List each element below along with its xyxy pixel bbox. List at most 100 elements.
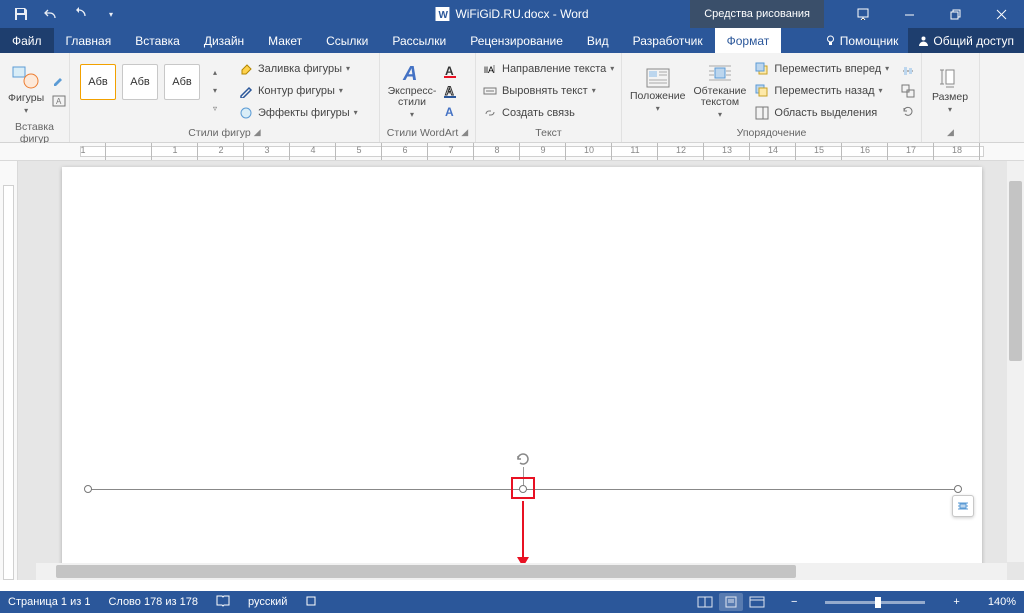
size-dialog-launcher[interactable]: ◢ bbox=[947, 127, 954, 138]
send-backward-button[interactable]: Переместить назад ▾ bbox=[754, 81, 889, 101]
zoom-slider[interactable] bbox=[825, 601, 925, 604]
shape-style-preset-2[interactable]: Абв bbox=[122, 64, 158, 100]
text-direction-button[interactable]: llAНаправление текста ▾ bbox=[482, 59, 614, 79]
edit-shape-button[interactable] bbox=[50, 72, 68, 90]
group-shape-styles: Абв Абв Абв ▴ ▾ ▿ Заливка фигуры ▾ Конту… bbox=[70, 53, 380, 142]
group-wordart-styles: A Экспресс- стили▾ A A A Стили WordArt◢ bbox=[380, 53, 476, 142]
draw-textbox-button[interactable]: A bbox=[50, 92, 68, 110]
tab-design[interactable]: Дизайн bbox=[192, 28, 256, 53]
person-icon bbox=[918, 35, 929, 46]
group-size: Размер▾ ◢ bbox=[922, 53, 980, 142]
document-area: шего WiFiГида. Но чтобы помогли, заметит… bbox=[0, 161, 1024, 580]
text-fill-button[interactable]: A bbox=[442, 62, 460, 80]
minimize-icon[interactable] bbox=[886, 0, 932, 28]
qat-customize-icon[interactable]: ▾ bbox=[98, 2, 124, 26]
tab-view[interactable]: Вид bbox=[575, 28, 621, 53]
resize-handle-right[interactable] bbox=[954, 485, 962, 493]
view-web-layout[interactable] bbox=[745, 593, 769, 611]
view-print-layout[interactable] bbox=[719, 593, 743, 611]
tab-layout[interactable]: Макет bbox=[256, 28, 314, 53]
position-button[interactable]: Положение▾ bbox=[628, 65, 688, 115]
svg-text:A: A bbox=[445, 64, 454, 78]
undo-icon[interactable] bbox=[38, 2, 64, 26]
tab-references[interactable]: Ссылки bbox=[314, 28, 380, 53]
selection-pane-icon bbox=[754, 105, 770, 121]
bring-forward-icon bbox=[754, 61, 770, 77]
shape-effects-button[interactable]: Эффекты фигуры ▾ bbox=[238, 103, 358, 123]
tab-insert[interactable]: Вставка bbox=[123, 28, 192, 53]
wrap-text-button[interactable]: Обтекание текстом▾ bbox=[692, 60, 749, 122]
tab-mailings[interactable]: Рассылки bbox=[380, 28, 458, 53]
wordart-quick-styles-button[interactable]: A Экспресс- стили▾ bbox=[386, 60, 438, 122]
align-objects-button[interactable] bbox=[899, 62, 917, 80]
ruler-horizontal[interactable]: 1123456789101112131415161718 bbox=[0, 143, 1024, 161]
selection-pane-button[interactable]: Область выделения bbox=[754, 103, 889, 123]
shape-styles-dialog-launcher[interactable]: ◢ bbox=[254, 127, 261, 138]
tab-format[interactable]: Формат bbox=[715, 28, 782, 53]
shape-style-preset-3[interactable]: Абв bbox=[164, 64, 200, 100]
shape-fill-button[interactable]: Заливка фигуры ▾ bbox=[238, 59, 358, 79]
tell-me-button[interactable]: Помощник bbox=[815, 28, 909, 53]
status-page[interactable]: Страница 1 из 1 bbox=[8, 596, 90, 608]
ribbon-tabs: Файл Главная Вставка Дизайн Макет Ссылки… bbox=[0, 28, 1024, 53]
zoom-out-button[interactable]: − bbox=[787, 596, 801, 608]
annotation-arrow bbox=[522, 501, 524, 565]
zoom-level[interactable]: 140% bbox=[988, 596, 1016, 608]
rotate-objects-button[interactable] bbox=[899, 102, 917, 120]
layout-options-button[interactable] bbox=[952, 495, 974, 517]
shapes-icon bbox=[11, 65, 41, 91]
tab-review[interactable]: Рецензирование bbox=[458, 28, 575, 53]
status-macro[interactable] bbox=[305, 595, 317, 610]
ribbon-options-icon[interactable] bbox=[840, 0, 886, 28]
window-controls bbox=[840, 0, 1024, 28]
layout-options-icon bbox=[956, 499, 970, 513]
align-text-button[interactable]: Выровнять текст ▾ bbox=[482, 81, 614, 101]
ruler-vertical[interactable] bbox=[0, 161, 18, 580]
restore-icon[interactable] bbox=[932, 0, 978, 28]
scrollbar-horizontal[interactable] bbox=[36, 563, 1007, 580]
status-language[interactable]: русский bbox=[248, 596, 287, 608]
style-scroll-down[interactable]: ▾ bbox=[206, 82, 224, 100]
style-scroll-up[interactable]: ▴ bbox=[206, 64, 224, 82]
tab-file[interactable]: Файл bbox=[0, 28, 54, 53]
selected-shape[interactable] bbox=[88, 489, 958, 491]
create-link-button[interactable]: Создать связь bbox=[482, 103, 614, 123]
tab-home[interactable]: Главная bbox=[54, 28, 124, 53]
text-effects-button[interactable]: A bbox=[442, 102, 460, 120]
contextual-tab-drawing-tools: Средства рисования bbox=[690, 0, 824, 28]
wordart-a-icon: A bbox=[399, 62, 425, 84]
view-read-mode[interactable] bbox=[693, 593, 717, 611]
document-canvas[interactable]: шего WiFiГида. Но чтобы помогли, заметит… bbox=[18, 161, 1024, 580]
link-icon bbox=[482, 105, 498, 121]
size-button[interactable]: Размер▾ bbox=[928, 64, 972, 116]
status-word-count[interactable]: Слово 178 из 178 bbox=[108, 596, 198, 608]
svg-text:W: W bbox=[438, 10, 448, 21]
share-button[interactable]: Общий доступ bbox=[908, 28, 1024, 53]
text-outline-button[interactable]: A bbox=[442, 82, 460, 100]
svg-text:A: A bbox=[445, 105, 454, 118]
group-objects-button[interactable] bbox=[899, 82, 917, 100]
close-icon[interactable] bbox=[978, 0, 1024, 28]
macro-stop-icon bbox=[305, 595, 317, 607]
tab-developer[interactable]: Разработчик bbox=[621, 28, 715, 53]
style-gallery-more[interactable]: ▿ bbox=[206, 100, 224, 118]
pen-outline-icon bbox=[238, 83, 254, 99]
shape-style-preset-1[interactable]: Абв bbox=[80, 64, 116, 100]
wordart-dialog-launcher[interactable]: ◢ bbox=[461, 127, 468, 138]
status-spellcheck[interactable] bbox=[216, 595, 230, 610]
resize-handle-left[interactable] bbox=[84, 485, 92, 493]
text-direction-icon: llA bbox=[482, 61, 498, 77]
bring-forward-button[interactable]: Переместить вперед ▾ bbox=[754, 59, 889, 79]
group-insert-shapes: Фигуры▾ A Вставка фигур bbox=[0, 53, 70, 142]
redo-icon[interactable] bbox=[68, 2, 94, 26]
zoom-in-button[interactable]: + bbox=[949, 596, 963, 608]
shape-outline-button[interactable]: Контур фигуры ▾ bbox=[238, 81, 358, 101]
rotate-handle[interactable] bbox=[515, 451, 531, 467]
book-icon bbox=[216, 595, 230, 607]
lightbulb-icon bbox=[825, 35, 836, 46]
scrollbar-vertical[interactable] bbox=[1007, 161, 1024, 562]
save-icon[interactable] bbox=[8, 2, 34, 26]
word-icon: W bbox=[435, 7, 449, 21]
svg-text:A: A bbox=[402, 63, 417, 84]
shapes-gallery-button[interactable]: Фигуры▾ bbox=[6, 63, 46, 117]
